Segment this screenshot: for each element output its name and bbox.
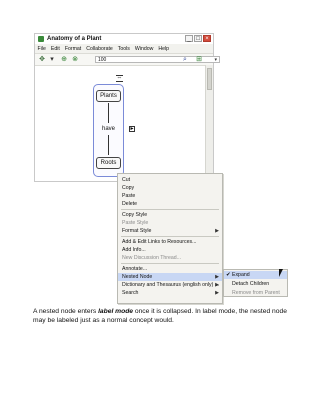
link-phrase-have[interactable]: have <box>97 126 120 132</box>
collapse-toggle-icon[interactable]: ▸ <box>129 126 135 132</box>
concept-plants[interactable]: Plants <box>96 90 121 102</box>
menu-tools[interactable]: Tools <box>115 46 132 52</box>
maximize-button[interactable]: □ <box>194 35 202 42</box>
menu-item-cut[interactable]: Cut <box>118 176 222 184</box>
menu-item-label: Nested Node <box>122 274 153 280</box>
menu-bar: File Edit Format Collaborate Tools Windo… <box>35 44 213 54</box>
application-window: Anatomy of a Plant _ □ × File Edit Forma… <box>34 33 220 182</box>
close-button[interactable]: × <box>203 35 211 42</box>
menu-item-label: Search <box>122 290 139 296</box>
menu-edit[interactable]: Edit <box>48 46 62 52</box>
menu-help[interactable]: Help <box>156 46 172 52</box>
submenu-item-expand[interactable]: ✔ Expand <box>224 271 287 279</box>
menu-item-copy[interactable]: Copy <box>118 184 222 192</box>
menu-separator <box>121 236 219 237</box>
menu-collaborate[interactable]: Collaborate <box>84 46 116 52</box>
toolbar: ✥ ▾ ⊕ ⊗ 100 ▾ ⌕ ⊞ <box>35 54 220 66</box>
add-concept-icon[interactable]: ⊕ <box>60 56 68 63</box>
menu-item-dictionary[interactable]: Dictionary and Thesaurus (english only) … <box>118 281 222 289</box>
submenu-item-label: Expand <box>232 272 250 278</box>
window-controls: _ □ × <box>185 35 211 42</box>
minimize-button[interactable]: _ <box>185 35 193 42</box>
menu-item-delete[interactable]: Delete <box>118 200 222 208</box>
add-link-icon[interactable]: ⊗ <box>71 56 79 63</box>
mouse-pointer-icon <box>279 269 283 277</box>
menu-window[interactable]: Window <box>132 46 155 52</box>
menu-item-paste[interactable]: Paste <box>118 192 222 200</box>
menu-item-add-info[interactable]: Add Info... <box>118 246 222 254</box>
menu-item-format-style[interactable]: Format Style ▶ <box>118 227 222 235</box>
menu-separator <box>121 263 219 264</box>
window-title: Anatomy of a Plant <box>47 36 102 42</box>
link-line-top <box>108 103 109 123</box>
concept-roots[interactable]: Roots <box>96 157 121 169</box>
menu-format[interactable]: Format <box>62 46 83 52</box>
menu-item-search[interactable]: Search ▶ <box>118 289 222 297</box>
caption-emphasis: label mode <box>98 308 134 315</box>
move-icon[interactable]: ✥ <box>38 56 46 63</box>
search-icon[interactable]: ⌕ <box>181 56 189 63</box>
link-line-bottom <box>108 135 109 155</box>
toolbar-extra-icon[interactable]: ⊞ <box>195 56 203 63</box>
submenu-arrow-icon: ▶ <box>215 274 219 280</box>
title-bar: Anatomy of a Plant _ □ × <box>35 34 213 44</box>
submenu-item-remove-from-parent: Remove from Parent <box>232 290 280 296</box>
menu-item-label: Format Style <box>122 228 152 234</box>
zoom-value: 100 <box>98 57 107 63</box>
menu-item-annotate[interactable]: Annotate... <box>118 265 222 273</box>
menu-item-copy-style[interactable]: Copy Style <box>118 211 222 219</box>
submenu-arrow-icon: ▶ <box>215 228 219 234</box>
submenu-arrow-icon: ▶ <box>215 290 219 296</box>
scrollbar-thumb[interactable] <box>207 68 212 90</box>
menu-separator <box>121 209 219 210</box>
menu-item-nested-node[interactable]: Nested Node ▶ <box>118 273 222 281</box>
checkmark-icon: ✔ <box>226 272 231 278</box>
vertical-scrollbar[interactable] <box>205 65 213 181</box>
nested-node-handle[interactable]: ⇔ <box>116 75 123 82</box>
submenu-item-detach-children[interactable]: Detach Children <box>224 280 287 288</box>
caption-paragraph: A nested node enters label mode once it … <box>33 307 295 325</box>
dropdown-arrow-icon[interactable]: ▾ <box>48 56 56 63</box>
menu-item-add-links[interactable]: Add & Edit Links to Resources... <box>118 238 222 246</box>
menu-item-paste-style: Paste Style <box>122 220 149 226</box>
submenu-arrow-icon: ▶ <box>215 282 219 288</box>
menu-file[interactable]: File <box>35 46 48 52</box>
app-icon <box>38 36 44 42</box>
context-menu: Cut Copy Paste Delete Copy Style Paste S… <box>117 173 223 304</box>
menu-item-new-discussion: New Discussion Thread... <box>122 255 182 261</box>
zoom-dropdown-icon[interactable]: ▾ <box>214 57 217 63</box>
menu-item-label: Dictionary and Thesaurus (english only) … <box>122 282 220 288</box>
caption-text-before: A nested node enters <box>33 308 99 315</box>
